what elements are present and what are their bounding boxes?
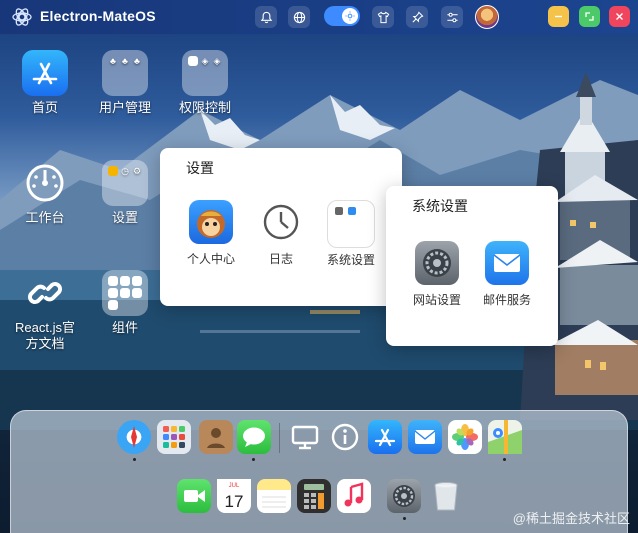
desktop-icon-components[interactable]: 组件: [90, 270, 160, 336]
folder-icon: ◷ ⚙: [102, 160, 148, 206]
app-store-icon[interactable]: [368, 420, 402, 454]
settings-folder-popup: 设置 个人中心 日志 系统设置: [160, 148, 402, 306]
desktop-icon-label: 设置: [111, 210, 138, 225]
minimize-icon: [555, 15, 562, 18]
running-indicator: [403, 517, 406, 520]
popup-item-logs[interactable]: 日志: [249, 200, 313, 266]
toggle-knob: [342, 8, 358, 24]
mail-icon[interactable]: [408, 420, 442, 454]
monitor-icon[interactable]: [288, 420, 322, 454]
calculator-icon[interactable]: [297, 479, 331, 513]
maximize-button[interactable]: [579, 6, 600, 27]
desktop-icon-react-docs[interactable]: React.js官 方文档: [10, 270, 80, 352]
mail-icon: [485, 241, 529, 285]
watermark: @稀土掘金技术社区: [512, 511, 630, 526]
popup-item-mail-service[interactable]: 邮件服务: [475, 241, 539, 307]
contacts-icon[interactable]: [199, 420, 233, 454]
monkey-avatar-icon: [189, 200, 233, 244]
desktop-icon-label: 首页: [31, 100, 58, 115]
link-icon: [22, 270, 68, 316]
shirt-icon: [377, 11, 389, 23]
calendar-icon[interactable]: JUL 17: [217, 479, 251, 513]
sliders-icon: [446, 12, 458, 22]
folder-icon: ♣ ♣ ♣: [102, 50, 148, 96]
running-indicator: [503, 458, 506, 461]
gear-icon: [415, 241, 459, 285]
desktop-icon-label: 用户管理: [98, 100, 151, 115]
music-icon[interactable]: [337, 479, 371, 513]
popup-item-profile[interactable]: 个人中心: [179, 200, 243, 266]
desktop-icon-workbench[interactable]: 工作台: [10, 160, 80, 226]
calendar-month: JUL: [229, 483, 240, 489]
pin-icon: [411, 11, 423, 23]
pin-button[interactable]: [406, 6, 428, 28]
minimize-button[interactable]: [548, 6, 569, 27]
electron-logo-icon: [12, 8, 32, 26]
popup-item-system-settings[interactable]: 系统设置: [319, 200, 383, 267]
running-indicator: [133, 458, 136, 461]
launchpad-icon[interactable]: [157, 420, 191, 454]
desktop-icon-label: React.js官 方文档: [15, 320, 75, 351]
settings-icon[interactable]: [387, 479, 421, 513]
folder-icon: ◈ ◈: [182, 50, 228, 96]
popup-title: 系统设置: [412, 198, 468, 214]
notes-icon[interactable]: [257, 479, 291, 513]
safari-icon[interactable]: [117, 420, 151, 454]
desktop-icon-label: 工作台: [25, 210, 65, 225]
trash-icon[interactable]: [429, 479, 463, 513]
calendar-day: 17: [225, 492, 244, 511]
skin-button[interactable]: [372, 6, 394, 28]
desktop-icon-perm-ctrl[interactable]: ◈ ◈ 权限控制: [170, 50, 240, 116]
desktop-icon-user-mgmt[interactable]: ♣ ♣ ♣ 用户管理: [90, 50, 160, 116]
info-icon[interactable]: [328, 420, 362, 454]
desktop-icon-settings[interactable]: ◷ ⚙ 设置: [90, 160, 160, 226]
user-avatar[interactable]: [475, 5, 499, 29]
maximize-icon: [585, 12, 594, 21]
top-bar: Electron-MateOS: [0, 0, 638, 34]
desktop-icon-label: 权限控制: [178, 100, 231, 115]
folder-icon: [102, 270, 148, 316]
system-settings-popup: 系统设置 网站设置 邮件服务: [386, 186, 558, 346]
app-store-icon: [22, 50, 68, 96]
close-icon: [616, 13, 623, 20]
app-title: Electron-MateOS: [40, 8, 156, 24]
popup-item-website-settings[interactable]: 网站设置: [405, 241, 469, 307]
clock-icon: [259, 200, 303, 244]
theme-toggle[interactable]: [324, 6, 360, 26]
running-indicator: [252, 458, 255, 461]
notifications-button[interactable]: [255, 6, 277, 28]
close-button[interactable]: [609, 6, 630, 27]
messages-icon[interactable]: [237, 420, 271, 454]
desktop-icon-label: 组件: [111, 320, 138, 335]
dashboard-icon: [22, 160, 68, 206]
maps-icon[interactable]: [488, 420, 522, 454]
sun-icon: [345, 11, 355, 21]
popup-title: 设置: [186, 160, 214, 176]
bell-icon: [260, 11, 272, 23]
dock-separator: [279, 423, 280, 453]
preferences-button[interactable]: [441, 6, 463, 28]
desktop-icon-home[interactable]: 首页: [10, 50, 80, 116]
globe-icon: [293, 11, 305, 23]
folder-icon: [327, 200, 375, 248]
language-button[interactable]: [288, 6, 310, 28]
photos-icon[interactable]: [448, 420, 482, 454]
facetime-icon[interactable]: [177, 479, 211, 513]
